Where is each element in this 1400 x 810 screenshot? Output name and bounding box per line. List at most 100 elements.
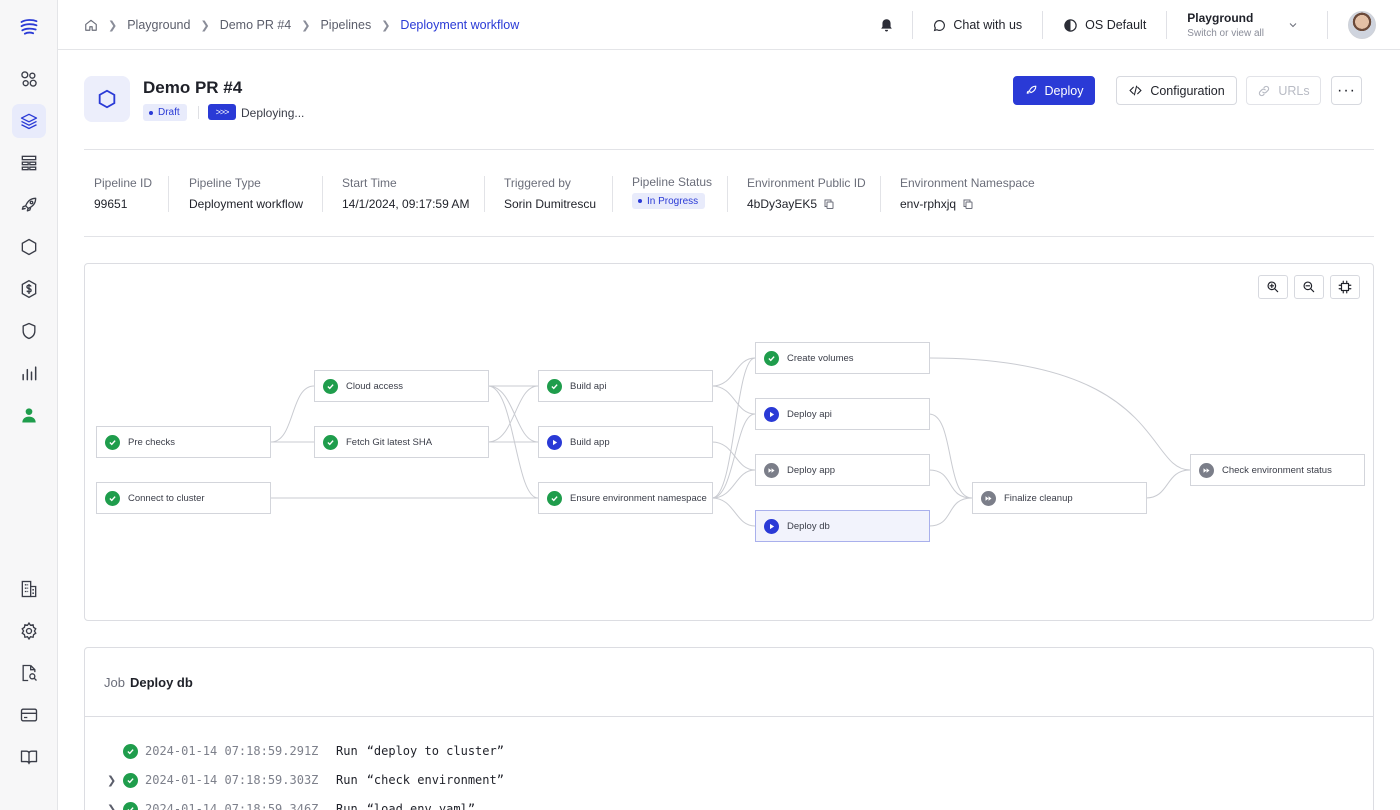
info-label: Pipeline Status <box>632 175 713 189</box>
divider <box>484 176 485 212</box>
page-title: Demo PR #4 <box>143 78 243 97</box>
log-line[interactable]: ❯ 2024-01-14 07:18:59.346Z Run “load env… <box>107 799 475 810</box>
notifications-button[interactable] <box>879 18 912 33</box>
pipeline-node[interactable]: Cloud access <box>314 370 489 402</box>
job-panel: Job Deploy db 2024-01-14 07:18:59.291Z R… <box>84 647 1374 810</box>
dot-icon <box>638 199 642 203</box>
logo-icon[interactable] <box>12 10 46 44</box>
breadcrumb-org[interactable]: Playground <box>127 18 190 32</box>
copy-icon[interactable] <box>823 198 835 210</box>
info-value: Deployment workflow <box>189 197 304 211</box>
chat-button[interactable]: Chat with us <box>913 18 1042 32</box>
log-timestamp: 2024-01-14 07:18:59.303Z <box>145 773 319 787</box>
play-circle-icon <box>764 518 779 534</box>
chevron-right-icon: ❯ <box>108 19 118 32</box>
hexagon-icon[interactable] <box>12 230 46 264</box>
bar-chart-icon[interactable] <box>12 356 46 390</box>
pipeline-node[interactable]: Create volumes <box>755 342 930 374</box>
fast-forward-icon <box>981 490 996 506</box>
check-circle-icon <box>323 378 338 394</box>
configuration-label: Configuration <box>1150 83 1225 98</box>
organization-switcher[interactable]: Playground Switch or view all <box>1167 11 1327 39</box>
pipeline-node[interactable]: Deploy api <box>755 398 930 430</box>
cost-icon[interactable] <box>12 272 46 306</box>
job-prefix: Job <box>104 674 125 690</box>
deployment-status-text: Deploying... <box>241 106 305 120</box>
info-env-public-id: Environment Public ID 4bDy3ayEK5 <box>747 176 866 216</box>
node-label: Pre checks <box>128 436 175 448</box>
pipeline-node[interactable]: Build app <box>538 426 713 458</box>
urls-button[interactable]: URLs <box>1246 76 1321 105</box>
status-label: In Progress <box>647 195 699 207</box>
rocket-icon <box>1026 85 1036 94</box>
avatar[interactable] <box>1348 11 1376 39</box>
pipeline-node[interactable]: Deploy app <box>755 454 930 486</box>
info-value-row: env-rphxjq <box>900 197 1035 211</box>
pipeline-node[interactable]: Finalize cleanup <box>972 482 1147 514</box>
chevron-right-icon: ❯ <box>200 19 210 32</box>
home-icon[interactable] <box>84 18 98 32</box>
chevron-right-icon[interactable]: ❯ <box>107 774 123 787</box>
node-label: Cloud access <box>346 380 404 392</box>
pipeline-node[interactable]: Check environment status <box>1190 454 1365 486</box>
breadcrumb-current: Deployment workflow <box>400 18 520 32</box>
layers-icon[interactable] <box>12 104 46 138</box>
credit-card-icon[interactable] <box>12 698 46 732</box>
play-circle-icon <box>547 434 562 450</box>
book-icon[interactable] <box>12 740 46 774</box>
chevron-right-icon: ❯ <box>301 19 311 32</box>
info-value: 99651 <box>94 197 128 211</box>
pipeline-node[interactable]: Pre checks <box>96 426 271 458</box>
check-circle-icon <box>123 743 138 759</box>
pipeline-node[interactable]: Fetch Git latest SHA <box>314 426 489 458</box>
chevron-right-icon[interactable]: ❯ <box>107 803 123 810</box>
chat-bubble-icon <box>934 19 946 31</box>
divider <box>168 176 169 212</box>
log-command: Run <box>336 744 358 758</box>
theme-button[interactable]: OS Default <box>1043 18 1166 33</box>
pipeline-edges <box>270 357 1191 527</box>
node-label: Deploy api <box>787 408 832 420</box>
search-doc-icon[interactable] <box>12 656 46 690</box>
deploy-button[interactable]: Deploy <box>1013 76 1095 105</box>
code-icon <box>1129 85 1142 96</box>
log-message: “load env yaml” <box>366 802 476 810</box>
divider <box>1327 11 1328 39</box>
info-value: Sorin Dumitrescu <box>504 197 597 211</box>
gear-icon[interactable] <box>12 614 46 648</box>
log-timestamp: 2024-01-14 07:18:59.291Z <box>145 744 319 758</box>
breadcrumb-environment[interactable]: Demo PR #4 <box>220 18 292 32</box>
check-circle-icon <box>105 434 120 450</box>
urls-label: URLs <box>1278 83 1310 98</box>
pipeline-node[interactable]: Connect to cluster <box>96 482 271 514</box>
pipeline-node[interactable]: Build api <box>538 370 713 402</box>
pipeline-node-selected[interactable]: Deploy db <box>755 510 930 542</box>
breadcrumb-pipelines[interactable]: Pipelines <box>320 18 371 32</box>
shield-icon[interactable] <box>12 314 46 348</box>
info-start-time: Start Time 14/1/2024, 09:17:59 AM <box>342 176 469 216</box>
table-icon[interactable] <box>12 146 46 180</box>
configuration-button[interactable]: Configuration <box>1116 76 1237 105</box>
users-icon[interactable] <box>12 398 46 432</box>
job-header: Job Deploy db <box>85 648 1373 717</box>
info-env-namespace: Environment Namespace env-rphxjq <box>900 176 1035 216</box>
node-label: Deploy db <box>787 520 830 532</box>
zoom-out-button[interactable] <box>1294 275 1324 299</box>
check-circle-icon <box>123 801 138 810</box>
info-label: Pipeline ID <box>94 176 153 190</box>
building-icon[interactable] <box>12 572 46 606</box>
log-command: Run <box>336 773 358 787</box>
pipeline-graph[interactable]: Pre checks Connect to cluster Cloud acce… <box>84 263 1374 621</box>
fit-view-button[interactable] <box>1330 275 1360 299</box>
node-label: Build app <box>570 436 610 448</box>
copy-icon[interactable] <box>962 198 974 210</box>
pipeline-node[interactable]: Ensure environment namespace <box>538 482 713 514</box>
rocket-icon[interactable] <box>12 188 46 222</box>
log-line[interactable]: ❯ 2024-01-14 07:18:59.303Z Run “check en… <box>107 770 504 790</box>
more-options-button[interactable]: ··· <box>1331 76 1362 105</box>
environment-icon <box>84 76 130 122</box>
graph-icon[interactable] <box>12 62 46 96</box>
zoom-in-button[interactable] <box>1258 275 1288 299</box>
divider <box>322 176 323 212</box>
check-circle-icon <box>547 490 562 506</box>
